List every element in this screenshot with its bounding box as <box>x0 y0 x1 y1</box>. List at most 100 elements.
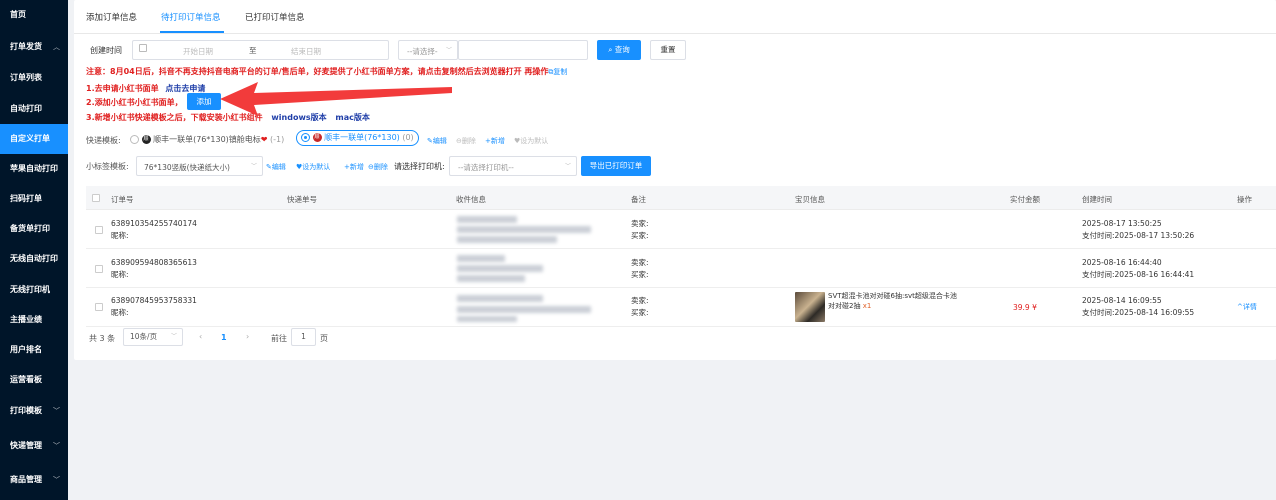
page-number-current[interactable]: 1 <box>221 333 227 342</box>
redacted-recipient <box>457 236 557 243</box>
express-template-option-2[interactable]: 顺 顺丰一联单(76*130) (0) <box>296 130 419 146</box>
express-edit-link[interactable]: ✎编辑 <box>427 136 447 146</box>
chevron-down-icon: ﹀ <box>170 333 177 340</box>
redacted-recipient <box>457 306 591 313</box>
radio-checked[interactable] <box>301 133 310 142</box>
chevron-up-icon: ︿ <box>53 43 60 51</box>
created-time: 2025-08-16 16:44:40 <box>1082 258 1162 267</box>
buyer-note: 买家: <box>631 270 649 279</box>
sf-express-icon: 顺 <box>312 133 322 142</box>
annotation-arrow-icon <box>220 82 452 116</box>
radio-unchecked[interactable] <box>130 135 139 144</box>
paid-time: 支付时间:2025-08-17 13:50:26 <box>1082 231 1195 240</box>
seller-note: 卖家: <box>631 219 649 228</box>
nickname-label: 昵称: <box>111 270 129 279</box>
next-page-button[interactable]: › <box>246 332 249 341</box>
sidebar-item-auto-print[interactable]: 自动打印 <box>0 94 68 124</box>
sidebar-item-product-mgmt[interactable]: 商品管理 ﹀ <box>0 465 68 495</box>
sidebar-item-stock-print[interactable]: 备货单打印 <box>0 214 68 244</box>
select-all-checkbox[interactable] <box>92 194 100 202</box>
sidebar-item-wireless-printer[interactable]: 无线打印机 <box>0 275 68 305</box>
sidebar-item-apple-auto-print[interactable]: 苹果自动打印 <box>0 154 68 184</box>
table-row: 638910354255740174 昵称: 卖家: 买家: 2025-08-1… <box>86 211 1276 249</box>
column-header: 操作 <box>1237 195 1252 204</box>
sidebar-item-wireless-auto-print[interactable]: 无线自动打印 <box>0 244 68 274</box>
column-header: 备注 <box>631 195 646 204</box>
redacted-recipient <box>457 226 591 233</box>
tab-pending-print[interactable]: 待打印订单信息 <box>161 11 221 23</box>
order-number: 638910354255740174 <box>111 219 197 228</box>
reset-button[interactable]: 重置 <box>650 40 686 60</box>
seller-note: 卖家: <box>631 258 649 267</box>
sidebar-item-custom-print[interactable]: 自定义打单 <box>0 124 68 154</box>
created-time: 2025-08-17 13:50:25 <box>1082 219 1162 228</box>
goto-page-input[interactable]: 1 <box>291 328 316 346</box>
express-add-link[interactable]: +新增 <box>485 136 505 146</box>
column-header: 订单号 <box>111 195 134 204</box>
order-number: 638907845953758331 <box>111 296 197 305</box>
end-date-input[interactable]: 结束日期 <box>291 46 321 57</box>
chevron-down-icon: ﹀ <box>53 407 60 415</box>
redacted-recipient <box>457 295 543 302</box>
active-tab-indicator <box>160 31 224 33</box>
start-date-input[interactable]: 开始日期 <box>183 46 213 57</box>
search-icon: ⌕ <box>608 45 613 54</box>
apply-link[interactable]: 点击去申请 <box>165 84 205 93</box>
buyer-note: 买家: <box>631 231 649 240</box>
nickname-label: 昵称: <box>111 308 129 317</box>
order-number: 638909594808365613 <box>111 258 197 267</box>
express-set-default-link[interactable]: ♥设为默认 <box>514 136 548 146</box>
copy-link[interactable]: ⧉复制 <box>548 68 567 76</box>
sidebar-item-order-list[interactable]: 订单列表 <box>0 63 68 93</box>
created-time: 2025-08-14 16:09:55 <box>1082 296 1162 305</box>
redacted-recipient <box>457 316 517 322</box>
filter-select[interactable]: --请选择- ﹀ <box>398 40 458 60</box>
row-checkbox[interactable] <box>95 226 103 234</box>
sidebar-item-user-ranking[interactable]: 用户排名 <box>0 335 68 365</box>
buyer-note: 买家: <box>631 308 649 317</box>
column-header: 实付金额 <box>1010 195 1040 204</box>
tag-add-link[interactable]: +新增 <box>344 162 364 172</box>
date-range-picker[interactable]: 开始日期 至 结束日期 <box>132 40 389 60</box>
printer-select[interactable]: --请选择打印机-- ﹀ <box>449 156 577 176</box>
page-unit-label: 页 <box>320 334 328 343</box>
table-header: 订单号 快递单号 收件信息 备注 宝贝信息 实付金额 创建时间 操作 <box>86 186 1276 210</box>
sidebar-item-shipping[interactable]: 打单发货 ︿ <box>0 32 68 62</box>
column-header: 收件信息 <box>456 195 486 204</box>
nickname-label: 昵称: <box>111 231 129 240</box>
redacted-recipient <box>457 275 525 282</box>
printer-label: 请选择打印机: <box>394 162 445 171</box>
product-thumbnail <box>795 292 825 322</box>
tab-printed[interactable]: 已打印订单信息 <box>245 11 305 23</box>
table-row: 638907845953758331 昵称: 卖家: 买家: SVT超混卡池对对… <box>86 289 1276 327</box>
tab-add-order[interactable]: 添加订单信息 <box>86 11 137 23</box>
express-template-option-1[interactable]: 顺 顺丰一联单(76*130)镇舱电标❤ (-1) <box>130 134 284 145</box>
tag-template-select[interactable]: 76*130竖版(快递纸大小) ﹀ <box>136 156 263 176</box>
filter-keyword-input[interactable] <box>458 40 588 60</box>
product-quantity: x1 <box>862 302 872 310</box>
tag-delete-link[interactable]: ⊖删除 <box>368 162 388 172</box>
sidebar-item-print-template[interactable]: 打印模板 ﹀ <box>0 396 68 426</box>
seller-note: 卖家: <box>631 296 649 305</box>
column-header: 快递单号 <box>287 195 317 204</box>
tag-edit-link[interactable]: ✎编辑 <box>266 162 286 172</box>
sidebar-item-express-mgmt[interactable]: 快递管理 ﹀ <box>0 431 68 461</box>
prev-page-button[interactable]: ‹ <box>199 332 202 341</box>
tab-bar: 添加订单信息 待打印订单信息 已打印订单信息 <box>74 0 1276 34</box>
row-checkbox[interactable] <box>95 303 103 311</box>
express-template-label: 快递模板: <box>86 136 121 145</box>
export-printed-orders-button[interactable]: 导出已打印订单 <box>581 156 651 176</box>
sidebar-item-anchor-performance[interactable]: 主播业绩 <box>0 305 68 335</box>
heart-icon: ❤ <box>260 135 268 144</box>
sidebar-item-scan-print[interactable]: 扫码打单 <box>0 184 68 214</box>
page-size-select[interactable]: 10条/页 ﹀ <box>123 328 183 346</box>
sidebar-item-home[interactable]: 首页 <box>0 0 68 30</box>
express-delete-link[interactable]: ⊖删除 <box>456 136 476 146</box>
tag-template-label: 小标签模板: <box>86 162 129 171</box>
detail-link[interactable]: ^详情 <box>1237 301 1257 313</box>
tag-set-default-link[interactable]: ♥设为默认 <box>296 162 330 172</box>
paid-amount: 39.9 ¥ <box>1013 303 1037 312</box>
query-button[interactable]: ⌕ 查询 <box>597 40 641 60</box>
sidebar-item-ops-dashboard[interactable]: 运营看板 <box>0 365 68 395</box>
row-checkbox[interactable] <box>95 265 103 273</box>
